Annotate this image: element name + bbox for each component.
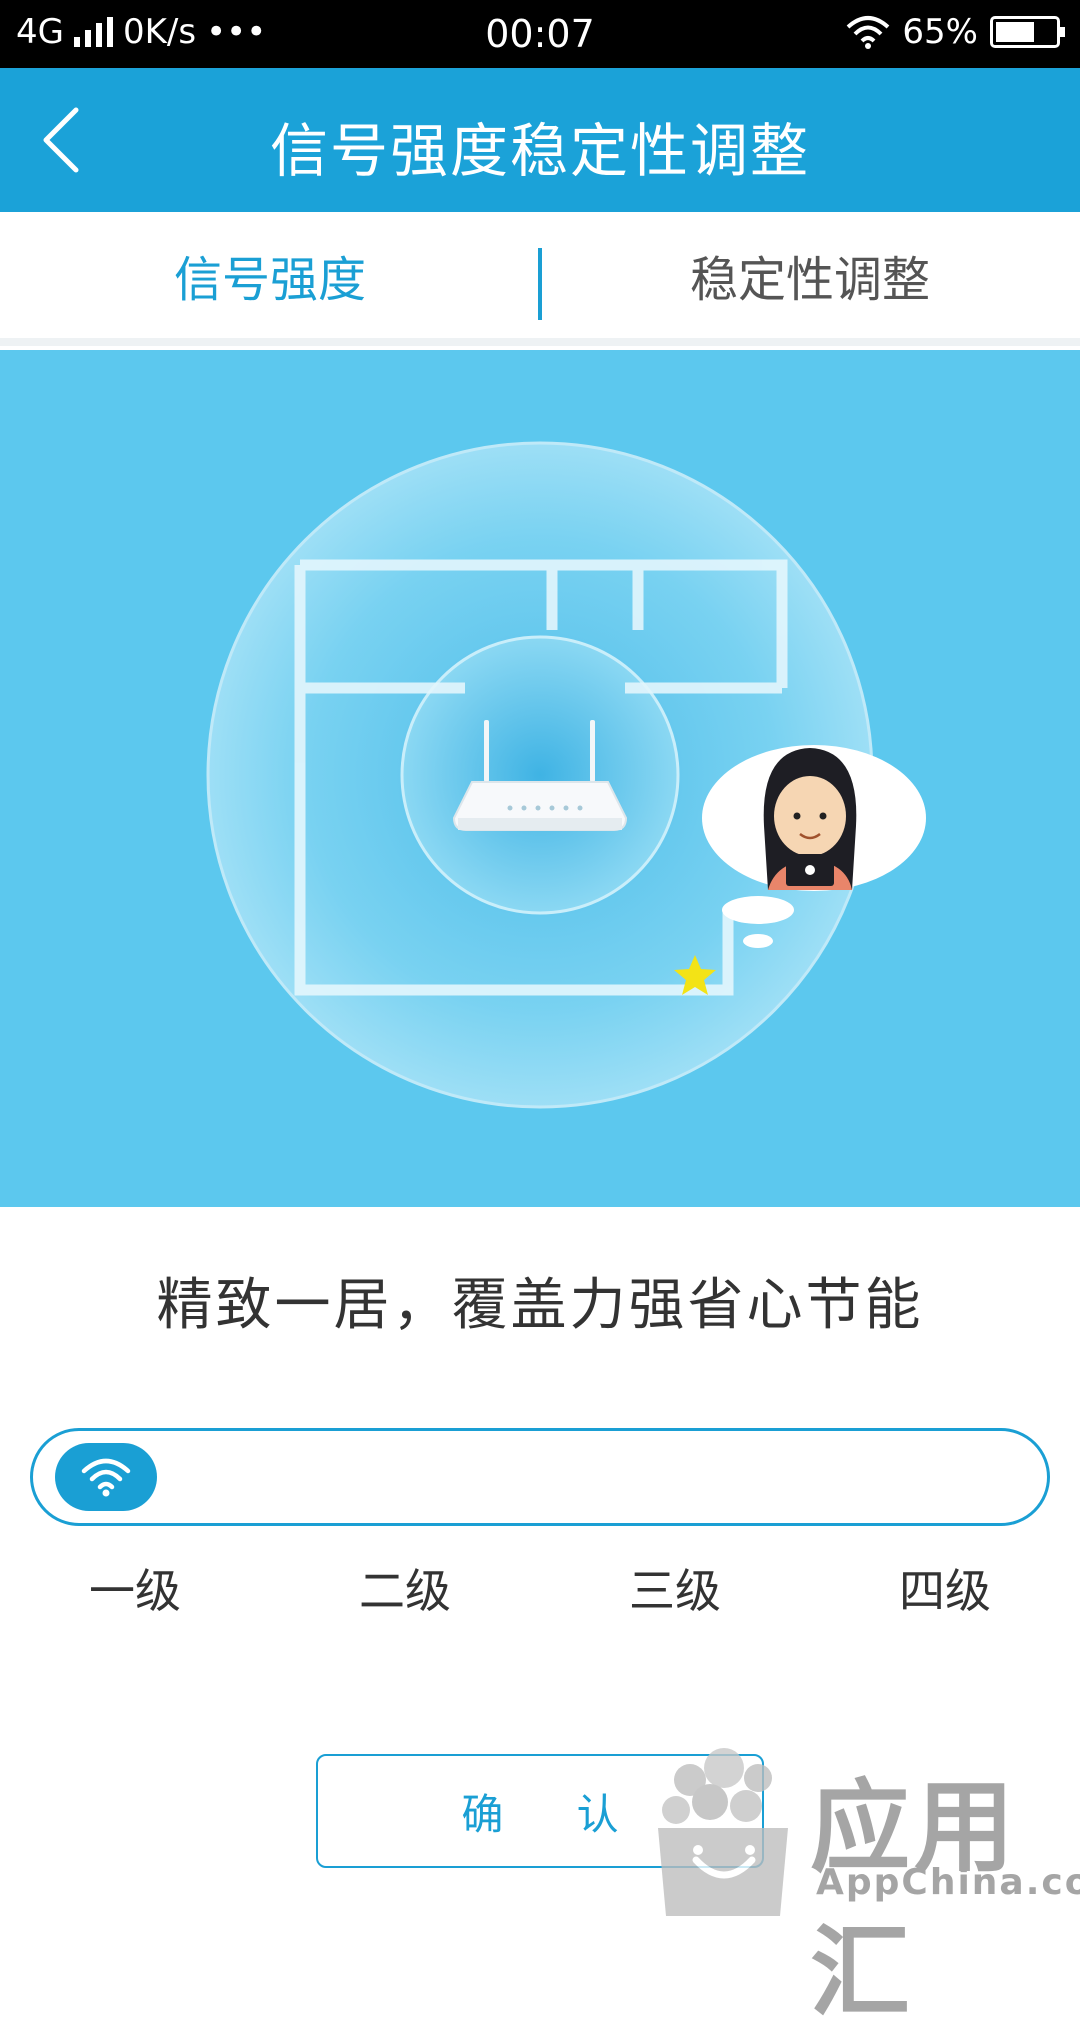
slogan-text: 精致一居，覆盖力强省心节能: [156, 1273, 924, 1338]
coverage-graphic: [206, 441, 926, 1109]
tab-stability-adjustment[interactable]: 稳定性调整: [540, 212, 1080, 338]
level-2-label[interactable]: 二级: [305, 1555, 505, 1621]
confirm-button[interactable]: 确 认: [316, 1754, 764, 1868]
coverage-inner-circle: [400, 635, 680, 915]
battery-icon: [990, 16, 1065, 48]
status-right: 65%: [846, 12, 1065, 52]
status-bar: 4G 0K/s ••• 00:07 65%: [0, 0, 1080, 68]
user-avatar-icon: [763, 748, 857, 890]
watermark-en: AppChina.com: [816, 1862, 1080, 1903]
wifi-icon: [81, 1458, 131, 1497]
app-bar: 信号强度稳定性调整: [0, 68, 1080, 212]
tab-bar: 信号强度 稳定性调整: [0, 212, 1080, 346]
level-1-label[interactable]: 一级: [35, 1555, 235, 1621]
level-4-label[interactable]: 四级: [845, 1555, 1045, 1621]
signal-level-slider[interactable]: [30, 1428, 1050, 1526]
coverage-illustration: [0, 350, 1080, 1207]
watermark-cn: 应用汇: [810, 1769, 1018, 2031]
battery-percent: 65%: [902, 12, 978, 52]
wifi-icon: [847, 16, 890, 49]
slider-thumb[interactable]: [55, 1443, 157, 1511]
tab-signal-strength[interactable]: 信号强度: [0, 212, 540, 338]
level-3-label[interactable]: 三级: [575, 1555, 775, 1621]
page-title: 信号强度稳定性调整: [269, 117, 810, 185]
